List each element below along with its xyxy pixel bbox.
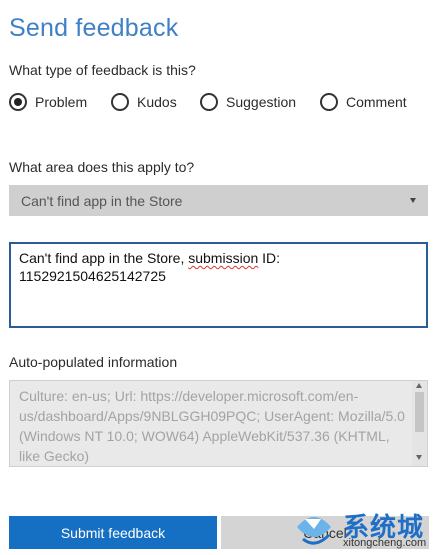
- radio-label-suggestion: Suggestion: [226, 94, 297, 110]
- area-dropdown-value: Can't find app in the Store: [21, 192, 183, 209]
- radio-circle-kudos[interactable]: [111, 93, 129, 111]
- scrollbar-thumb[interactable]: [415, 392, 424, 432]
- radio-label-comment: Comment: [346, 94, 407, 110]
- radio-kudos[interactable]: Kudos: [111, 93, 177, 111]
- radio-circle-problem[interactable]: [9, 93, 27, 111]
- area-question: What area does this apply to?: [9, 159, 195, 175]
- feedback-description-textarea[interactable]: Can't find app in the Store, submission …: [9, 242, 428, 328]
- feedback-type-radio-group: Problem Kudos Suggestion Comment: [9, 93, 434, 119]
- area-dropdown[interactable]: Can't find app in the Store: [9, 185, 428, 216]
- radio-circle-suggestion[interactable]: [200, 93, 218, 111]
- scroll-down-arrow-icon[interactable]: [416, 455, 422, 460]
- radio-suggestion[interactable]: Suggestion: [200, 93, 296, 111]
- radio-label-kudos: Kudos: [137, 94, 177, 110]
- submit-feedback-button[interactable]: Submit feedback: [9, 516, 217, 549]
- auto-populated-textarea: Culture: en-us; Url: https://developer.m…: [9, 380, 428, 467]
- chevron-down-icon: [410, 198, 416, 203]
- watermark-url: xitongcheng.com: [343, 537, 427, 549]
- page-title: Send feedback: [9, 14, 179, 42]
- scroll-up-arrow-icon[interactable]: [416, 383, 422, 388]
- auto-populated-label: Auto-populated information: [9, 354, 178, 370]
- feedback-type-question: What type of feedback is this?: [9, 62, 196, 78]
- radio-label-problem: Problem: [35, 94, 88, 110]
- spellcheck-word: submission: [188, 250, 259, 266]
- radio-problem[interactable]: Problem: [9, 93, 87, 111]
- radio-circle-comment[interactable]: [320, 93, 338, 111]
- radio-comment[interactable]: Comment: [320, 93, 407, 111]
- watermark-logo-icon: [297, 517, 331, 545]
- description-text-part: Can't find app in the Store,: [19, 250, 189, 266]
- radio-selected-dot: [14, 98, 22, 106]
